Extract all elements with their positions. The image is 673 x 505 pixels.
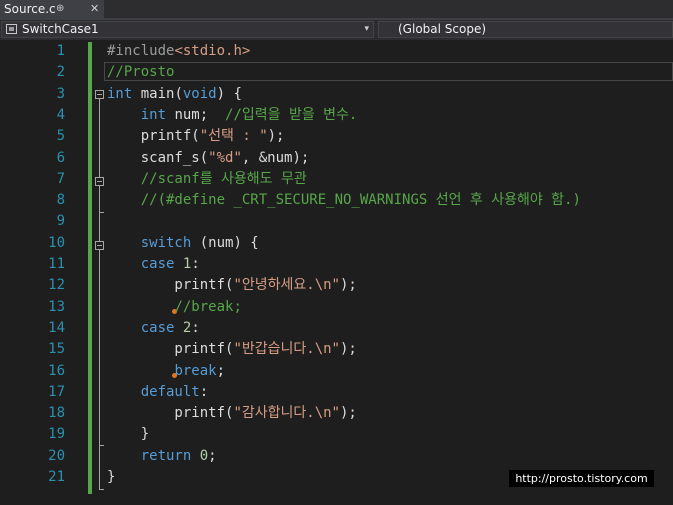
line-code[interactable]: //(#define _CRT_SECURE_NO_WARNINGS 선언 후 … (107, 190, 581, 211)
code-line[interactable]: 12 printf("안녕하세요.\n"); (0, 275, 673, 296)
code-line[interactable]: 15 printf("반갑습니다.\n"); (0, 339, 673, 360)
line-code[interactable]: return 0; (107, 446, 217, 467)
line-code[interactable]: } (107, 424, 149, 445)
code-line[interactable]: 16 break; (0, 361, 673, 382)
code-line[interactable]: 9 (0, 211, 673, 232)
line-code[interactable]: printf("반갑습니다.\n"); (107, 339, 356, 360)
code-line[interactable]: 20 return 0; (0, 446, 673, 467)
code-line[interactable]: 3 int main(void) { (0, 84, 673, 105)
line-number: 12 (48, 277, 65, 294)
line-number: 8 (56, 192, 65, 209)
project-icon (6, 24, 17, 34)
line-code[interactable]: #include<stdio.h> (107, 41, 250, 62)
code-line[interactable]: 5 printf("선택 : "); (0, 126, 673, 147)
watermark: http://prosto.tistory.com (509, 470, 654, 487)
code-line[interactable]: 10 switch (num) { (0, 233, 673, 254)
line-code[interactable]: int num; //입력을 받을 변수. (107, 105, 358, 126)
navigation-bar: SwitchCase1 ▾ (Global Scope) (0, 20, 673, 40)
code-line[interactable]: 11 case 1: (0, 254, 673, 275)
line-number: 13 (48, 298, 65, 315)
line-number: 3 (56, 85, 65, 102)
line-code[interactable]: default: (107, 382, 208, 403)
code-line[interactable]: 7 //scanf를 사용해도 무관 (0, 169, 673, 190)
line-number: 15 (48, 341, 65, 358)
line-code[interactable]: int main(void) { (107, 84, 242, 105)
scope-dropdown[interactable]: (Global Scope) (378, 21, 673, 38)
line-number: 14 (48, 319, 65, 336)
tab-title: Source.c (4, 2, 56, 16)
code-line[interactable]: 14 case 2: (0, 318, 673, 339)
code-line[interactable]: 1 #include<stdio.h> (0, 41, 673, 62)
code-line[interactable]: 13 //break; (0, 297, 673, 318)
line-code[interactable]: printf("안녕하세요.\n"); (107, 275, 356, 296)
line-number: 2 (56, 64, 65, 81)
code-line[interactable]: 18 printf("감사합니다.\n"); (0, 403, 673, 424)
line-code[interactable]: printf("선택 : "); (107, 126, 285, 147)
code-line[interactable]: 2 //Prosto (0, 62, 673, 83)
fold-end-main (99, 489, 104, 490)
line-number: 4 (56, 106, 65, 123)
code-editor[interactable]: 1 #include<stdio.h> 2 //Prosto 3 int main(voi… (0, 40, 673, 505)
chevron-down-icon: ▾ (364, 24, 369, 34)
line-code[interactable]: //break; (107, 297, 241, 318)
line-code[interactable]: case 2: (107, 318, 200, 339)
line-number: 18 (48, 405, 65, 422)
line-code[interactable]: scanf_s("%d", &num); (107, 148, 310, 169)
close-icon[interactable]: ✕ (90, 0, 99, 18)
code-line[interactable]: 8 //(#define _CRT_SECURE_NO_WARNINGS 선언 … (0, 190, 673, 211)
scope-label: (Global Scope) (398, 22, 487, 36)
line-code[interactable]: switch (num) { (107, 233, 259, 254)
code-line[interactable]: 17 default: (0, 382, 673, 403)
line-number: 11 (48, 256, 65, 272)
tab-source-c[interactable]: Source.c ⊕ ✕ (0, 0, 104, 18)
line-number: 9 (56, 213, 65, 230)
line-number: 20 (48, 447, 65, 464)
line-code[interactable]: case 1: (107, 254, 200, 275)
pin-icon[interactable]: ⊕ (56, 0, 64, 18)
tab-bar: Source.c ⊕ ✕ (0, 0, 673, 18)
line-code[interactable]: //scanf를 사용해도 무관 (107, 169, 307, 190)
line-number: 19 (48, 426, 65, 443)
line-number: 5 (56, 128, 65, 145)
code-line[interactable]: 19 } (0, 424, 673, 445)
code-line[interactable]: 4 int num; //입력을 받을 변수. (0, 105, 673, 126)
line-number: 7 (56, 170, 65, 187)
line-number: 21 (48, 469, 65, 485)
line-code[interactable]: printf("감사합니다.\n"); (107, 403, 356, 424)
project-dropdown[interactable]: SwitchCase1 ▾ (1, 21, 374, 38)
line-number: 16 (48, 362, 65, 379)
line-number: 1 (56, 43, 65, 59)
project-label: SwitchCase1 (22, 22, 99, 36)
code-line[interactable]: 6 scanf_s("%d", &num); (0, 148, 673, 169)
line-number: 10 (48, 234, 65, 251)
line-code[interactable]: //Prosto (107, 62, 174, 83)
line-code[interactable]: } (107, 467, 115, 488)
line-number: 17 (48, 383, 65, 400)
line-code[interactable]: break; (107, 361, 225, 382)
line-number: 6 (56, 149, 65, 166)
